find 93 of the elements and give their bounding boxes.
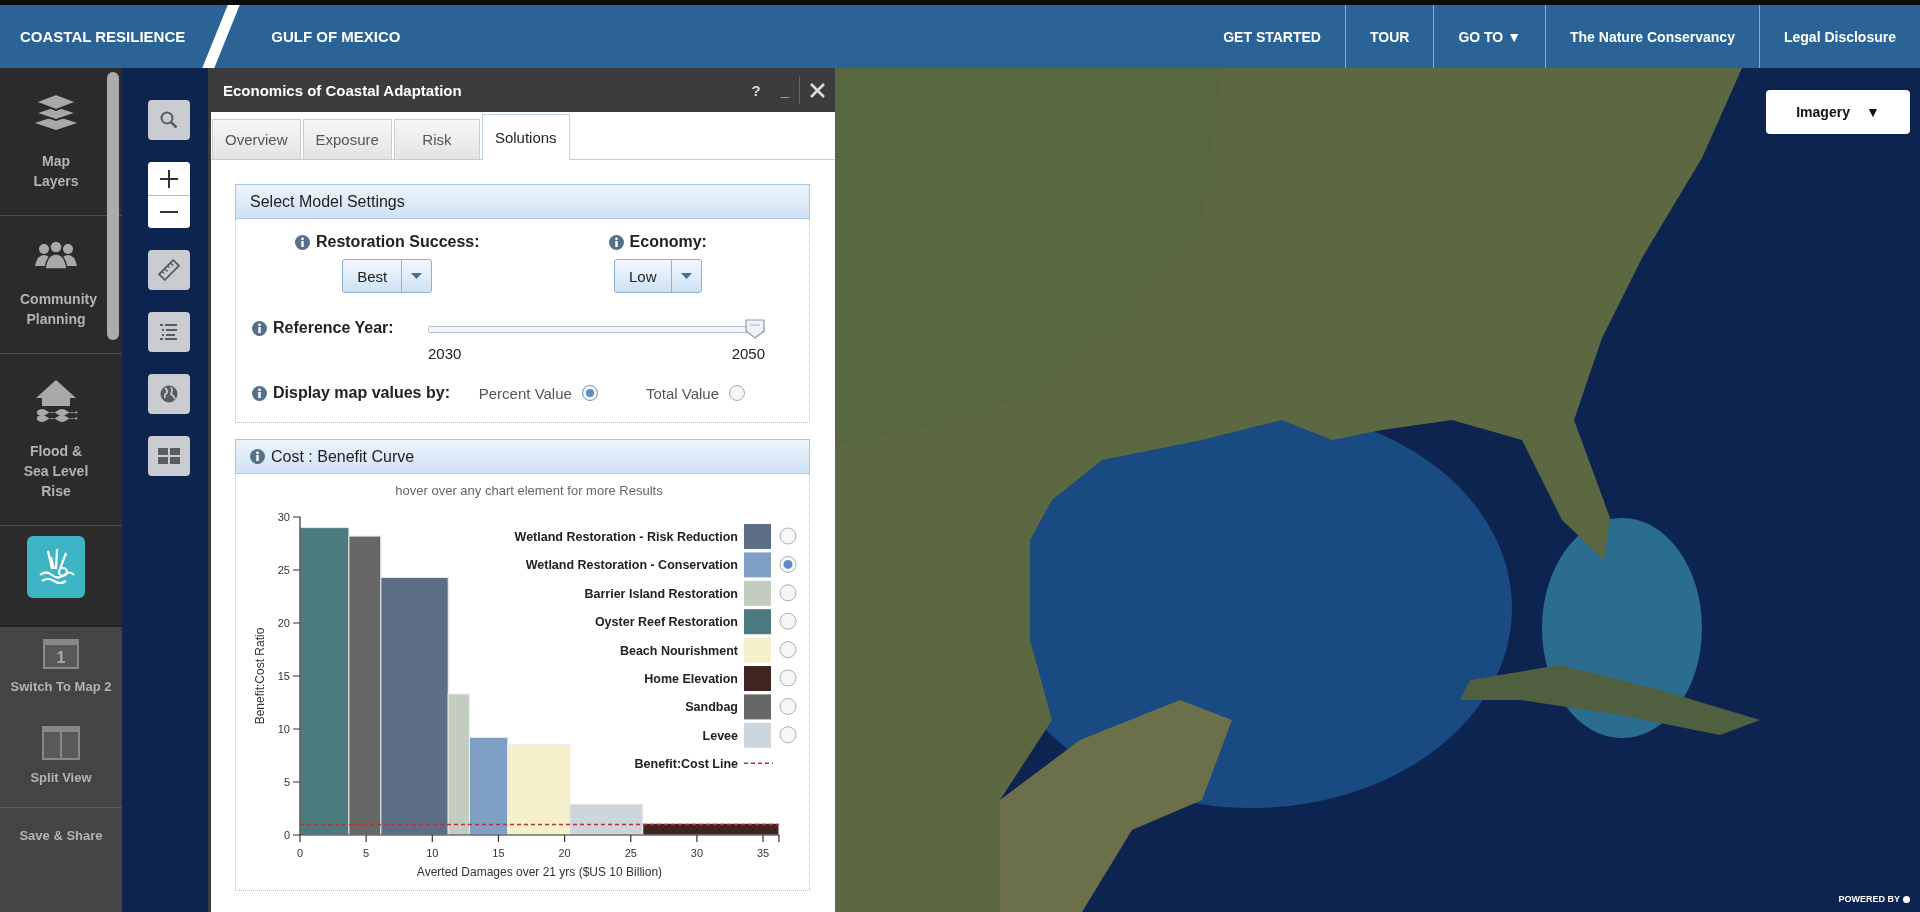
ruler-icon bbox=[158, 259, 180, 281]
tick-label: 30 bbox=[690, 847, 704, 859]
legend-line bbox=[743, 762, 774, 764]
sidebar-action[interactable]: Split View bbox=[0, 706, 122, 807]
legend-radio[interactable] bbox=[779, 669, 797, 687]
legend-radio[interactable] bbox=[779, 726, 797, 744]
tab[interactable]: Overview bbox=[212, 119, 301, 159]
zoom-out-button[interactable] bbox=[148, 195, 190, 228]
tick-label: 25 bbox=[277, 564, 290, 576]
tick-label: 30 bbox=[277, 511, 290, 523]
legend-radio[interactable] bbox=[779, 555, 797, 573]
region-title: GULF OF MEXICO bbox=[271, 28, 401, 45]
legend-label: Wetland Restoration - Conservation bbox=[525, 558, 738, 573]
tab[interactable]: Exposure bbox=[302, 119, 392, 159]
section-title: Cost : Benefit Curve bbox=[271, 447, 415, 466]
legend-radio[interactable] bbox=[779, 641, 797, 659]
caret-icon bbox=[411, 273, 423, 279]
info-icon bbox=[294, 234, 310, 250]
layers-icon bbox=[33, 92, 79, 132]
option-label: Percent Value bbox=[478, 384, 572, 402]
credit-text: POWERED BY bbox=[1838, 894, 1900, 904]
tick-label: 0 bbox=[296, 847, 304, 859]
legend-radio[interactable] bbox=[779, 697, 797, 715]
tick-label: 20 bbox=[277, 617, 290, 629]
field-label: Display map values by: bbox=[273, 384, 450, 402]
info-icon bbox=[250, 449, 265, 464]
legend-radio[interactable] bbox=[779, 527, 797, 545]
info-icon bbox=[252, 320, 267, 336]
split-view-icon bbox=[42, 726, 80, 760]
grid-icon bbox=[158, 448, 180, 464]
legend-label: Oyster Reef Restoration bbox=[594, 615, 738, 630]
map-number: 1 bbox=[56, 649, 66, 666]
field-label: Economy: bbox=[629, 233, 707, 251]
tick-label: 10 bbox=[277, 723, 290, 735]
legend-label: Beach Nourishment bbox=[619, 643, 738, 658]
close-icon bbox=[810, 82, 825, 98]
tab[interactable]: Solutions bbox=[481, 114, 570, 160]
tick-label: 35 bbox=[756, 847, 770, 859]
axis-title: Benefit:Cost Ratio bbox=[253, 627, 267, 725]
legend-button[interactable] bbox=[148, 312, 190, 352]
minimize-button[interactable]: _ bbox=[770, 81, 799, 99]
tick-label: 10 bbox=[426, 847, 439, 859]
legend-label: Levee bbox=[702, 728, 738, 743]
nav-link[interactable]: GET STARTED bbox=[1199, 5, 1345, 68]
minus-icon bbox=[160, 210, 178, 214]
dot-icon bbox=[1903, 895, 1910, 903]
legend-radio[interactable] bbox=[779, 612, 797, 630]
tick-label: 0 bbox=[283, 829, 290, 841]
caret-icon bbox=[680, 273, 692, 279]
info-icon bbox=[252, 385, 267, 401]
tick-label: 5 bbox=[283, 776, 290, 788]
tick-label: 25 bbox=[624, 847, 637, 859]
layout-button[interactable] bbox=[148, 436, 190, 476]
section-title: Select Model Settings bbox=[250, 192, 405, 211]
field-label: Restoration Success: bbox=[315, 233, 480, 251]
legend-label: Benefit:Cost Line bbox=[634, 757, 738, 772]
tick-label: 5 bbox=[363, 847, 370, 859]
tick-label: 15 bbox=[277, 670, 290, 682]
measure-button[interactable] bbox=[148, 250, 190, 290]
tick-label: 15 bbox=[492, 847, 505, 859]
app-title: COASTAL RESILIENCE bbox=[20, 28, 186, 45]
option-label: Total Value bbox=[645, 384, 719, 402]
info-icon bbox=[608, 234, 624, 250]
panel-title: Economics of Coastal Adaptation bbox=[223, 81, 462, 99]
slider-thumb[interactable] bbox=[745, 319, 765, 339]
field-label: Reference Year: bbox=[273, 319, 394, 337]
basemap-dropdown[interactable]: Imagery ▼ bbox=[1766, 90, 1910, 134]
legend-label: Wetland Restoration - Risk Reduction bbox=[514, 530, 738, 544]
help-button[interactable]: ? bbox=[741, 81, 771, 99]
dropdown[interactable]: Best bbox=[342, 259, 433, 293]
people-icon bbox=[33, 240, 79, 270]
chart-hint: hover over any chart element for more Results bbox=[395, 483, 663, 498]
tick-label: 20 bbox=[558, 847, 571, 859]
bar[interactable] bbox=[642, 822, 780, 836]
list-icon bbox=[159, 322, 179, 342]
radio-button[interactable] bbox=[729, 385, 745, 401]
search-icon bbox=[160, 111, 178, 129]
legend-radio[interactable] bbox=[779, 584, 797, 602]
globe-icon bbox=[159, 384, 179, 404]
radio-button[interactable] bbox=[581, 385, 598, 401]
legend-label: Home Elevation bbox=[644, 672, 738, 686]
dropdown[interactable]: Low bbox=[614, 259, 702, 293]
legend-label: Sandbag bbox=[685, 700, 738, 715]
basemap-button[interactable] bbox=[148, 374, 190, 414]
tick-label: 2050 bbox=[731, 345, 765, 362]
axis-title: Averted Damages over 21 yrs ($US 10 Billion) bbox=[416, 865, 663, 879]
tab[interactable]: Risk bbox=[393, 119, 480, 159]
sidebar-action[interactable]: 1 Switch To Map 2 bbox=[0, 627, 122, 706]
legend-label: Barrier Island Restoration bbox=[584, 586, 738, 601]
search-button[interactable] bbox=[148, 100, 190, 140]
plus-icon bbox=[159, 168, 179, 189]
tick-label: 2030 bbox=[428, 345, 462, 362]
scrollbar-thumb[interactable] bbox=[107, 72, 119, 340]
